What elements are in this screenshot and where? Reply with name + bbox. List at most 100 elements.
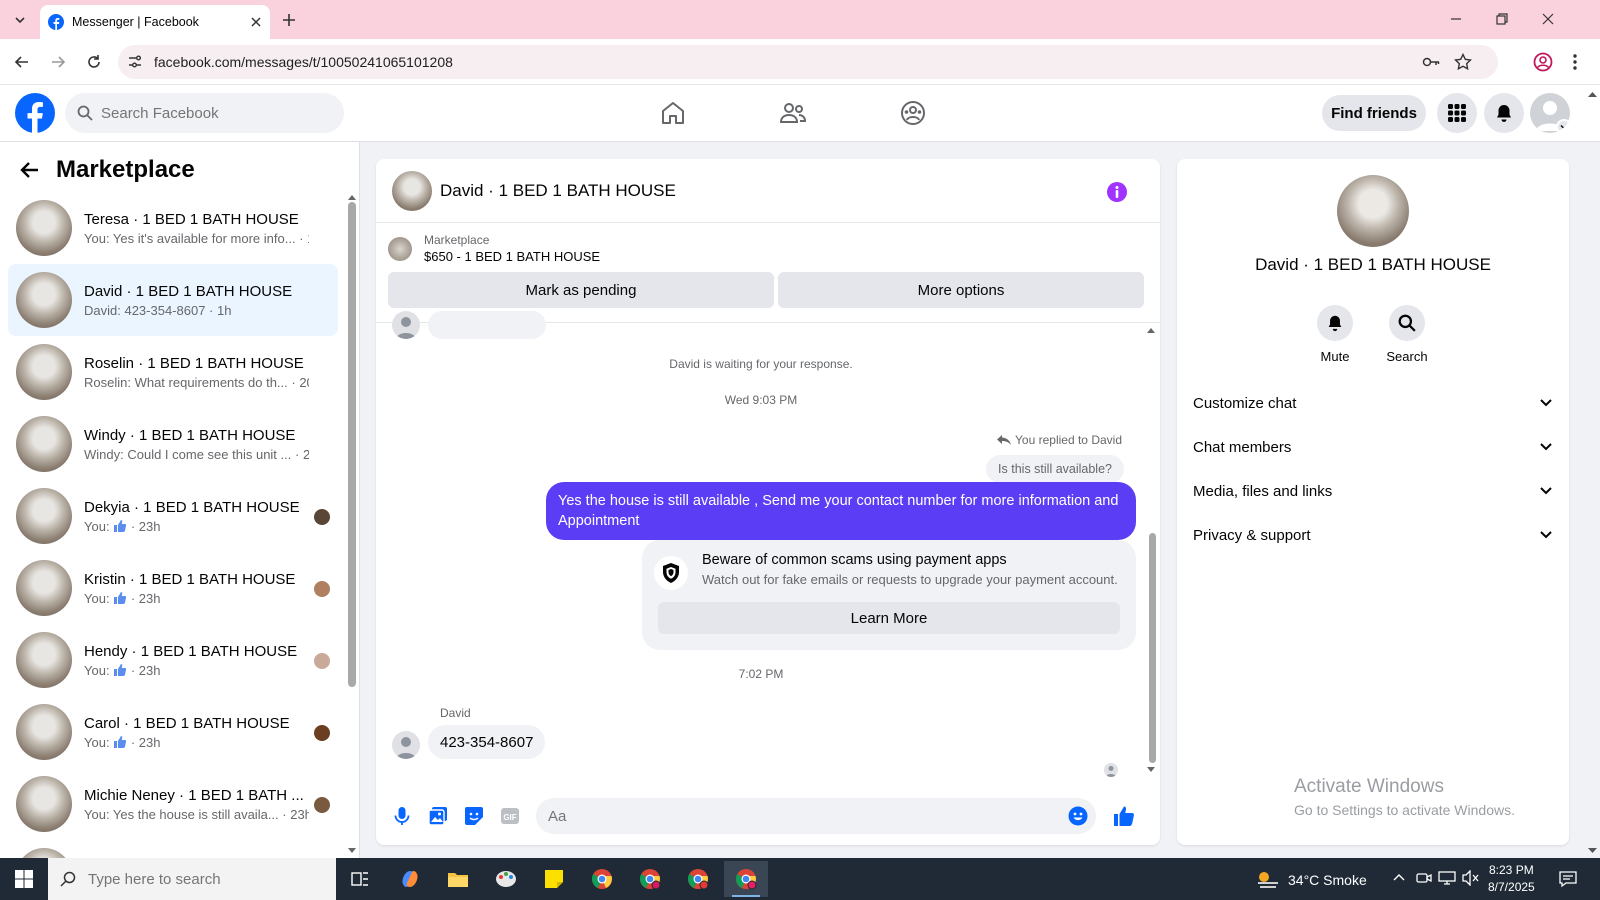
account-avatar-button[interactable] [1530, 93, 1570, 133]
minimize-button[interactable] [1444, 8, 1468, 30]
new-tab-button[interactable] [278, 9, 300, 31]
url-bar[interactable]: facebook.com/messages/t/1005024106510120… [118, 45, 1498, 79]
profile-icon[interactable] [1533, 52, 1553, 72]
send-like-button[interactable] [1106, 798, 1142, 834]
conversation-preview: Roselin: What requirements do th... [84, 374, 288, 390]
listing-mini-thumbnail[interactable] [388, 236, 412, 261]
conversation-item-roselin[interactable]: Roselin · 1 BED 1 BATH HOUSE Roselin: Wh… [8, 336, 338, 408]
chat-title[interactable]: David · 1 BED 1 BATH HOUSE [440, 181, 676, 201]
chat-listing-thumbnail[interactable] [392, 170, 432, 211]
meet-now-icon[interactable] [1416, 870, 1432, 886]
chat-members-section[interactable]: Chat members [1193, 425, 1553, 469]
search-conversation-button[interactable]: Search [1377, 305, 1437, 364]
gif-button[interactable]: GIF [492, 798, 528, 834]
close-icon[interactable] [250, 16, 262, 28]
weather-widget[interactable]: 34°C Smoke [1256, 870, 1367, 890]
conversation-item-dekyia[interactable]: Dekyia · 1 BED 1 BATH HOUSE You: · 23h [8, 480, 338, 552]
groups-nav-button[interactable] [895, 97, 931, 129]
notifications-button[interactable] [1484, 93, 1524, 133]
conversation-item-kristin[interactable]: Kristin · 1 BED 1 BATH HOUSE You: · 23h [8, 552, 338, 624]
arrow-left-icon[interactable] [20, 160, 40, 180]
learn-more-button[interactable]: Learn More [658, 602, 1120, 634]
conversation-info-button[interactable] [1106, 181, 1128, 203]
message-input-wrapper[interactable] [536, 798, 1096, 834]
conversation-info-panel: David · 1 BED 1 BATH HOUSE Mute Search C… [1177, 159, 1569, 845]
media-files-links-section[interactable]: Media, files and links [1193, 469, 1553, 513]
conversation-item-teresa[interactable]: Teresa · 1 BED 1 BATH HOUSE You: Yes it'… [8, 192, 338, 264]
scroll-down-arrow-icon[interactable] [348, 848, 356, 854]
conversation-time: · 23h [130, 590, 161, 606]
facebook-logo-icon[interactable] [15, 93, 55, 133]
folder-icon [448, 873, 468, 887]
close-window-button[interactable] [1536, 8, 1560, 30]
sticky-notes-button[interactable] [532, 861, 576, 897]
customize-chat-section[interactable]: Customize chat [1193, 381, 1553, 425]
friends-nav-button[interactable] [775, 97, 811, 129]
conversation-item-hendy[interactable]: Hendy · 1 BED 1 BATH HOUSE You: · 23h [8, 624, 338, 696]
incoming-message-bubble[interactable]: 423-354-8607 [428, 725, 546, 759]
sidebar-scrollbar[interactable] [348, 202, 356, 687]
listing-title[interactable]: $650 - 1 BED 1 BATH HOUSE [424, 249, 600, 264]
chat-scrollbar[interactable] [1149, 533, 1156, 763]
menu-button[interactable] [1437, 93, 1477, 133]
facebook-search-input[interactable] [101, 104, 321, 122]
browser-tab-messenger[interactable]: Messenger | Facebook [40, 5, 270, 39]
back-button[interactable] [10, 50, 34, 74]
start-button[interactable] [2, 861, 46, 897]
chrome-icon [592, 869, 612, 889]
task-view-button[interactable] [338, 861, 382, 897]
scroll-up-arrow-icon[interactable] [348, 194, 356, 200]
show-hidden-icons-chevron-icon[interactable] [1392, 871, 1406, 885]
mark-as-pending-button[interactable]: Mark as pending [388, 272, 774, 308]
forward-button[interactable] [46, 50, 70, 74]
network-icon[interactable] [1438, 870, 1456, 886]
system-clock[interactable]: 8:23 PM 8/7/2025 [1488, 862, 1535, 896]
arrow-left-icon [14, 56, 28, 68]
notification-center-icon[interactable] [1558, 869, 1578, 889]
conversation-item-michie-neney[interactable]: Michie Neney · 1 BED 1 BATH ... You: Yes… [8, 768, 338, 840]
scroll-down-arrow-icon[interactable] [1147, 767, 1155, 773]
scroll-up-arrow-icon[interactable] [1147, 327, 1155, 333]
section-label: Media, files and links [1193, 482, 1333, 500]
paint-app-button[interactable] [484, 861, 528, 897]
marketplace-label: Marketplace [424, 233, 490, 247]
more-options-button[interactable]: More options [778, 272, 1144, 308]
taskbar-search-input[interactable] [88, 870, 318, 888]
file-explorer-button[interactable] [436, 861, 480, 897]
find-friends-button[interactable]: Find friends [1322, 95, 1426, 131]
reload-button[interactable] [82, 50, 106, 74]
outgoing-message-bubble[interactable]: Yes the house is still available , Send … [546, 482, 1136, 540]
quoted-message[interactable]: Is this still available? [986, 455, 1124, 483]
tab-search-button[interactable] [9, 9, 31, 31]
attach-photo-button[interactable] [420, 798, 456, 834]
home-nav-button[interactable] [655, 97, 691, 129]
facebook-search-bar[interactable] [65, 93, 344, 133]
chrome-button[interactable] [580, 861, 624, 897]
privacy-support-section[interactable]: Privacy & support [1193, 513, 1553, 557]
conversation-item-david[interactable]: David · 1 BED 1 BATH HOUSE David: 423-35… [8, 264, 338, 336]
chrome-profile-3-button[interactable] [676, 861, 720, 897]
conversation-item-partial[interactable] [8, 840, 338, 858]
page-scrollbar[interactable] [1585, 88, 1600, 858]
password-key-icon[interactable] [1422, 53, 1440, 71]
conversation-item-windy[interactable]: Windy · 1 BED 1 BATH HOUSE Windy: Could … [8, 408, 338, 480]
site-settings-icon[interactable] [126, 53, 144, 71]
browser-menu-icon[interactable] [1572, 52, 1578, 72]
mute-button[interactable]: Mute [1305, 305, 1365, 364]
chrome-profile-2-button[interactable] [628, 861, 672, 897]
message-input[interactable] [548, 807, 1068, 825]
sender-avatar[interactable] [392, 731, 420, 759]
listing-profile-photo[interactable] [1337, 175, 1409, 247]
reply-arrow-icon [997, 435, 1012, 445]
taskbar-search-box[interactable] [48, 858, 336, 900]
voice-clip-button[interactable] [384, 798, 420, 834]
volume-muted-icon[interactable] [1462, 870, 1480, 886]
restore-button[interactable] [1490, 8, 1514, 30]
copilot-app-button[interactable] [388, 861, 432, 897]
scrollbar-arrows-icon [1588, 92, 1597, 853]
emoji-icon[interactable] [1068, 806, 1088, 826]
sticker-button[interactable] [456, 798, 492, 834]
conversation-item-carol[interactable]: Carol · 1 BED 1 BATH HOUSE You: · 23h [8, 696, 338, 768]
chrome-active-window-button[interactable] [724, 861, 768, 897]
bookmark-star-icon[interactable] [1454, 53, 1472, 71]
